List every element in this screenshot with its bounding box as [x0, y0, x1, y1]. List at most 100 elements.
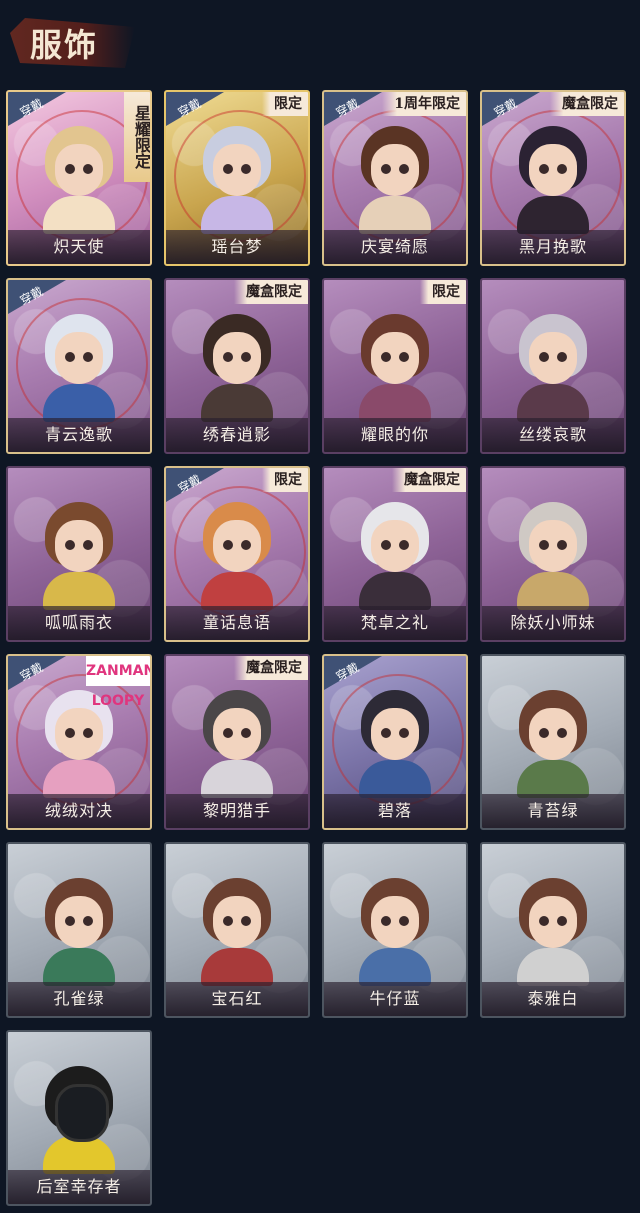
character-portrait — [355, 502, 435, 610]
limited-tag: 魔盒限定 — [234, 656, 308, 680]
character-portrait — [513, 502, 593, 610]
costume-card[interactable]: ZANMANG LOOPY穿戴绒绒对决 — [6, 654, 152, 830]
portrait-eye — [83, 164, 93, 174]
portrait-eye — [539, 164, 549, 174]
costume-card[interactable]: 星耀限定 穿戴 炽天使 — [6, 90, 152, 266]
costume-card[interactable]: 穿戴 碧落 — [322, 654, 468, 830]
limited-tag: 限定 — [262, 92, 308, 116]
portrait-eye — [65, 352, 75, 362]
costume-card[interactable]: 呱呱雨衣 — [6, 466, 152, 642]
costume-name: 后室幸存者 — [8, 1170, 150, 1204]
costume-card[interactable]: 青苔绿 — [480, 654, 626, 830]
portrait-face — [55, 896, 103, 948]
character-portrait — [39, 314, 119, 422]
portrait-eye — [241, 352, 251, 362]
portrait-eye — [223, 728, 233, 738]
costume-card[interactable]: 宝石红 — [164, 842, 310, 1018]
portrait-eye — [539, 916, 549, 926]
costume-card[interactable]: 后室幸存者 — [6, 1030, 152, 1206]
costume-card[interactable]: 魔盒限定 黎明猎手 — [164, 654, 310, 830]
character-portrait — [39, 502, 119, 610]
portrait-outfit — [359, 948, 431, 986]
portrait-eye — [241, 164, 251, 174]
costume-card[interactable]: 穿戴 青云逸歌 — [6, 278, 152, 454]
portrait-outfit — [201, 384, 273, 422]
limited-tag: 限定 — [262, 468, 308, 492]
costume-card[interactable]: 除妖小师妹 — [480, 466, 626, 642]
portrait-eye — [223, 916, 233, 926]
portrait-eye — [381, 728, 391, 738]
character-portrait — [39, 1066, 119, 1174]
portrait-eye — [557, 916, 567, 926]
costume-name: 宝石红 — [166, 982, 308, 1016]
portrait-outfit — [43, 760, 115, 798]
costume-name: 泰雅白 — [482, 982, 624, 1016]
costume-card[interactable]: 限定 穿戴 童话息语 — [164, 466, 310, 642]
portrait-face — [213, 708, 261, 760]
portrait-eye — [223, 540, 233, 550]
costume-card[interactable]: 牛仔蓝 — [322, 842, 468, 1018]
portrait-outfit — [517, 572, 589, 610]
costume-name: 炽天使 — [8, 230, 150, 264]
character-portrait — [513, 126, 593, 234]
costume-card[interactable]: 限定 穿戴 瑶台梦 — [164, 90, 310, 266]
costume-card[interactable]: 孔雀绿 — [6, 842, 152, 1018]
costume-name: 耀眼的你 — [324, 418, 466, 452]
portrait-face — [529, 520, 577, 572]
character-portrait — [355, 690, 435, 798]
portrait-outfit — [517, 948, 589, 986]
portrait-eye — [399, 164, 409, 174]
costume-name: 青云逸歌 — [8, 418, 150, 452]
costume-name: 瑶台梦 — [166, 230, 308, 264]
costume-card[interactable]: 泰雅白 — [480, 842, 626, 1018]
portrait-face — [213, 520, 261, 572]
costume-name: 绣春逍影 — [166, 418, 308, 452]
portrait-eye — [557, 164, 567, 174]
portrait-eye — [381, 164, 391, 174]
portrait-outfit — [359, 196, 431, 234]
portrait-face — [55, 144, 103, 196]
portrait-face — [529, 708, 577, 760]
portrait-face — [371, 520, 419, 572]
costume-card[interactable]: 丝缕哀歌 — [480, 278, 626, 454]
limited-tag: 限定 — [420, 280, 466, 304]
costume-card[interactable]: 魔盒限定 穿戴 黑月挽歌 — [480, 90, 626, 266]
costume-name: 庆宴绮愿 — [324, 230, 466, 264]
portrait-eye — [381, 540, 391, 550]
portrait-outfit — [201, 760, 273, 798]
character-portrait — [513, 878, 593, 986]
limited-tag: 魔盒限定 — [392, 468, 466, 492]
portrait-outfit — [359, 572, 431, 610]
costume-name: 绒绒对决 — [8, 794, 150, 828]
costume-card[interactable]: 1周年限定 穿戴 庆宴绮愿 — [322, 90, 468, 266]
portrait-outfit — [201, 572, 273, 610]
character-portrait — [197, 314, 277, 422]
costume-card[interactable]: 魔盒限定 梵卓之礼 — [322, 466, 468, 642]
portrait-outfit — [201, 196, 273, 234]
portrait-eye — [399, 540, 409, 550]
portrait-eye — [241, 916, 251, 926]
portrait-outfit — [517, 196, 589, 234]
costume-card[interactable]: 魔盒限定 绣春逍影 — [164, 278, 310, 454]
portrait-face — [371, 332, 419, 384]
portrait-eye — [399, 728, 409, 738]
portrait-eye — [223, 352, 233, 362]
portrait-outfit — [43, 384, 115, 422]
portrait-eye — [399, 916, 409, 926]
character-portrait — [197, 690, 277, 798]
costume-card[interactable]: 限定耀眼的你 — [322, 278, 468, 454]
portrait-eye — [399, 352, 409, 362]
portrait-outfit — [201, 948, 273, 986]
costume-grid: 星耀限定 穿戴 炽天使 限定 穿戴 瑶台梦 1周年限定 穿戴 庆宴绮愿 魔盒限定 穿戴 黑月挽歌穿戴青… — [0, 0, 640, 1213]
portrait-outfit — [43, 196, 115, 234]
character-portrait — [355, 126, 435, 234]
portrait-face — [55, 332, 103, 384]
portrait-eye — [557, 540, 567, 550]
portrait-outfit — [43, 572, 115, 610]
portrait-eye — [557, 352, 567, 362]
character-portrait — [197, 878, 277, 986]
costume-name: 青苔绿 — [482, 794, 624, 828]
character-portrait — [197, 126, 277, 234]
portrait-face — [213, 896, 261, 948]
portrait-eye — [83, 916, 93, 926]
